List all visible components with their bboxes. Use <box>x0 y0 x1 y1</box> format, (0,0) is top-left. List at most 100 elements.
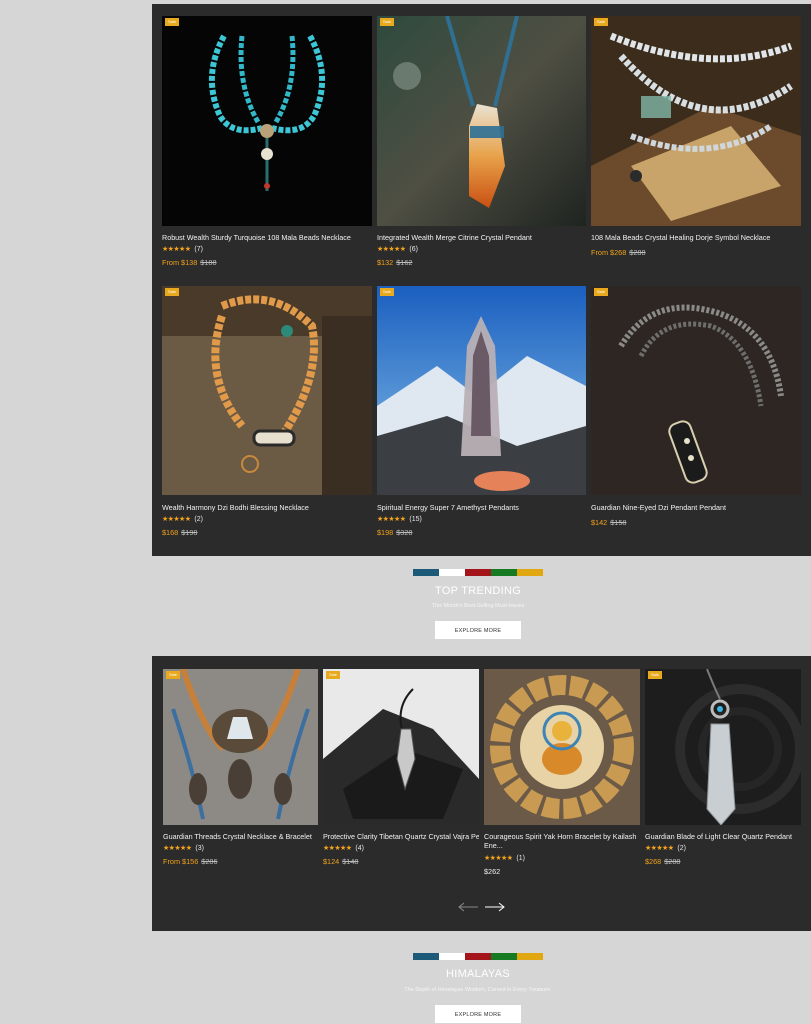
product-title[interactable]: Guardian Blade of Light Clear Quartz Pen… <box>645 832 801 841</box>
stripe-blue <box>413 953 439 960</box>
compare-price: $148 <box>342 857 359 866</box>
product-price: $132 $162 <box>377 258 412 268</box>
sale-badge: Sale <box>380 18 394 26</box>
product-price: $168 $198 <box>162 528 197 538</box>
stripe-blue <box>413 569 439 576</box>
product-rating: ★★★★★ (6) <box>377 244 418 254</box>
review-count: (2) <box>194 515 203 523</box>
product-price: $268 $288 <box>645 857 680 867</box>
current-price: $268 <box>645 857 662 866</box>
review-count: (4) <box>355 844 364 852</box>
product-image[interactable]: Sale <box>163 669 318 825</box>
sale-badge: Sale <box>380 288 394 296</box>
star-rating-icon: ★★★★★ <box>377 516 406 523</box>
product-price: From $156 $286 <box>163 857 218 867</box>
review-count: (1) <box>516 854 525 862</box>
product-title[interactable]: 108 Mala Beads Crystal Healing Dorje Sym… <box>591 233 801 242</box>
current-price: $124 <box>323 857 340 866</box>
current-price: From $156 <box>163 857 199 866</box>
product-rating: ★★★★★ (7) <box>162 244 203 254</box>
product-title[interactable]: Courageous Spirit Yak Horn Bracelet by K… <box>484 832 640 850</box>
review-count: (15) <box>409 515 422 523</box>
current-price: $132 <box>377 258 394 267</box>
product-image[interactable]: Sale <box>591 16 801 226</box>
compare-price: $162 <box>396 258 413 267</box>
tibetan-color-stripe <box>413 569 543 576</box>
product-rating: ★★★★★ (2) <box>645 843 686 853</box>
sale-badge: Sale <box>166 671 180 679</box>
product-image[interactable] <box>484 669 640 825</box>
compare-price: $286 <box>201 857 218 866</box>
stripe-green <box>491 953 517 960</box>
product-rating: ★★★★★ (4) <box>323 843 364 853</box>
product-rating: ★★★★★ (1) <box>484 853 525 863</box>
explore-more-button[interactable]: EXPLORE MORE <box>435 1005 521 1023</box>
product-image[interactable]: Sale <box>162 16 372 226</box>
current-price: $168 <box>162 528 179 537</box>
compare-price: $188 <box>200 258 217 267</box>
review-count: (2) <box>677 844 686 852</box>
sale-badge: Sale <box>165 18 179 26</box>
sale-badge: Sale <box>594 18 608 26</box>
product-rating: ★★★★★ (3) <box>163 843 204 853</box>
current-price: $262 <box>484 867 501 876</box>
review-count: (7) <box>194 245 203 253</box>
compare-price: $288 <box>664 857 681 866</box>
product-price: $198 $328 <box>377 528 412 538</box>
stripe-green <box>491 569 517 576</box>
compare-price: $158 <box>610 518 627 527</box>
sale-badge: Sale <box>165 288 179 296</box>
product-image[interactable]: Sale <box>162 286 372 495</box>
product-price: $142 $158 <box>591 518 626 528</box>
product-price: $262 <box>484 867 500 877</box>
explore-more-button[interactable]: EXPLORE MORE <box>435 621 521 639</box>
current-price: $142 <box>591 518 608 527</box>
star-rating-icon: ★★★★★ <box>645 845 674 852</box>
product-image[interactable]: Sale <box>377 16 586 226</box>
product-title[interactable]: Guardian Nine-Eyed Dzi Pendant Pendant <box>591 503 801 512</box>
product-title[interactable]: Wealth Harmony Dzi Bodhi Blessing Neckla… <box>162 503 372 512</box>
product-image[interactable]: Sale <box>645 669 801 825</box>
product-image[interactable]: Sale <box>377 286 586 495</box>
product-rating: ★★★★★ (15) <box>377 514 422 524</box>
star-rating-icon: ★★★★★ <box>163 845 192 852</box>
stripe-yellow <box>517 569 543 576</box>
stripe-red <box>465 953 491 960</box>
product-image[interactable]: Sale <box>323 669 479 825</box>
stripe-yellow <box>517 953 543 960</box>
product-title[interactable]: Guardian Threads Crystal Necklace & Brac… <box>163 832 318 841</box>
product-price: $124 $148 <box>323 857 358 867</box>
compare-price: $288 <box>629 248 646 257</box>
star-rating-icon: ★★★★★ <box>484 855 513 862</box>
arrow-left-icon[interactable] <box>457 900 479 914</box>
product-title[interactable]: Spiritual Energy Super 7 Amethyst Pendan… <box>377 503 586 512</box>
product-price: From $138 $188 <box>162 258 217 268</box>
star-rating-icon: ★★★★★ <box>377 246 406 253</box>
current-price: From $138 <box>162 258 198 267</box>
tibetan-color-stripe <box>413 953 543 960</box>
section-title: TOP TRENDING <box>434 585 522 597</box>
compare-price: $198 <box>181 528 198 537</box>
review-count: (6) <box>409 245 418 253</box>
sale-badge: Sale <box>594 288 608 296</box>
product-title[interactable]: Integrated Wealth Merge Citrine Crystal … <box>377 233 586 242</box>
stripe-white <box>439 569 465 576</box>
product-image[interactable]: Sale <box>591 286 801 495</box>
section-subtitle: The Depth of Himalayas Wisdom, Carved in… <box>404 987 552 993</box>
current-price: $198 <box>377 528 394 537</box>
star-rating-icon: ★★★★★ <box>162 246 191 253</box>
compare-price: $328 <box>396 528 413 537</box>
sale-badge: Sale <box>648 671 662 679</box>
product-title[interactable]: Robust Wealth Sturdy Turquoise 108 Mala … <box>162 233 372 242</box>
star-rating-icon: ★★★★★ <box>162 516 191 523</box>
review-count: (3) <box>195 844 204 852</box>
star-rating-icon: ★★★★★ <box>323 845 352 852</box>
stripe-red <box>465 569 491 576</box>
section-title: HIMALAYAS <box>445 968 511 980</box>
arrow-right-icon[interactable] <box>484 900 506 914</box>
sale-badge: Sale <box>326 671 340 679</box>
product-rating: ★★★★★ (2) <box>162 514 203 524</box>
product-title[interactable]: Protective Clarity Tibetan Quartz Crysta… <box>323 832 479 841</box>
current-price: From $268 <box>591 248 627 257</box>
product-price: From $268 $288 <box>591 248 646 258</box>
